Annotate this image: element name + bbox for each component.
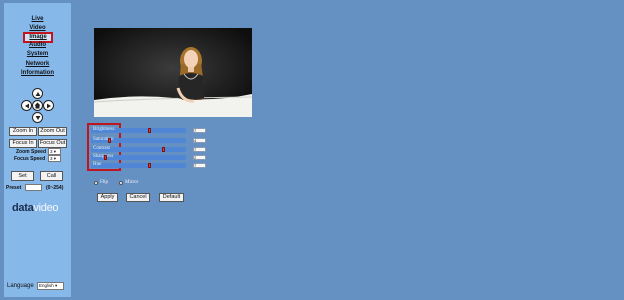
arrow-up-icon[interactable] [32,88,43,99]
sharpness-value[interactable]: 2 [193,155,206,160]
zoom-speed-select[interactable]: 3 ▾ [48,148,61,155]
language-label: Language [7,283,34,289]
arrow-left-icon[interactable] [21,100,32,111]
default-button[interactable]: Default [159,193,184,202]
home-icon[interactable] [32,100,43,111]
arrow-right-icon[interactable] [43,100,54,111]
focus-out-button[interactable]: Focus Out [38,139,67,148]
nav-live[interactable]: Live [4,16,71,23]
contrast-label: Contrast [93,146,110,151]
saturation-slider[interactable]: Saturation [91,137,186,143]
flip-label: Flip [100,180,109,185]
nav-system[interactable]: System [4,51,71,58]
arrow-down-icon[interactable] [32,112,43,123]
slider-thumb[interactable] [148,163,151,168]
nav-video[interactable]: Video [4,25,71,32]
preset-input[interactable] [25,184,42,191]
cancel-button[interactable]: Cancel [126,193,150,202]
video-preview [94,28,252,117]
slider-thumb[interactable] [108,138,111,143]
focus-speed-label: Focus Speed [14,156,46,162]
zoom-out-button[interactable]: Zoom Out [38,127,67,136]
zoom-in-button[interactable]: Zoom In [9,127,37,136]
nav-information[interactable]: Information [4,70,71,77]
mirror-label: Mirror [125,180,139,185]
nav-network[interactable]: Network [4,61,71,68]
saturation-value[interactable]: 4 [193,138,206,143]
slider-thumb[interactable] [162,147,165,152]
preset-label: Preset [6,185,22,191]
contrast-value[interactable]: 7 [193,147,206,152]
slider-thumb[interactable] [104,155,107,160]
hue-value[interactable]: 7 [193,163,206,168]
slider-thumb[interactable] [148,128,151,133]
nav-audio[interactable]: Audio [4,42,71,49]
datavideo-logo: datavideo [12,202,59,214]
focus-in-button[interactable]: Focus In [9,139,37,148]
preset-set-button[interactable]: Set [11,171,34,181]
language-select[interactable]: English ▾ [37,282,64,290]
preset-range: (0~254) [46,185,64,191]
mirror-radio[interactable] [119,181,123,185]
sharpness-slider[interactable]: Sharpness [91,154,186,160]
contrast-slider[interactable]: Contrast [91,146,186,152]
focus-speed-select[interactable]: 3 ▾ [48,155,61,162]
hue-slider[interactable]: Hue [91,162,186,168]
brightness-label: Brightness [93,127,115,132]
brightness-value[interactable]: 7 [193,128,206,133]
apply-button[interactable]: Apply [97,193,118,202]
flip-radio[interactable] [94,181,98,185]
preset-call-button[interactable]: Call [40,171,63,181]
sidebar: Live Video Image Audio System Network In… [4,3,71,297]
brightness-slider[interactable]: Brightness [91,127,186,133]
nav-image[interactable]: Image [23,32,53,43]
zoom-speed-label: Zoom Speed [16,149,47,155]
hue-label: Hue [93,162,102,167]
